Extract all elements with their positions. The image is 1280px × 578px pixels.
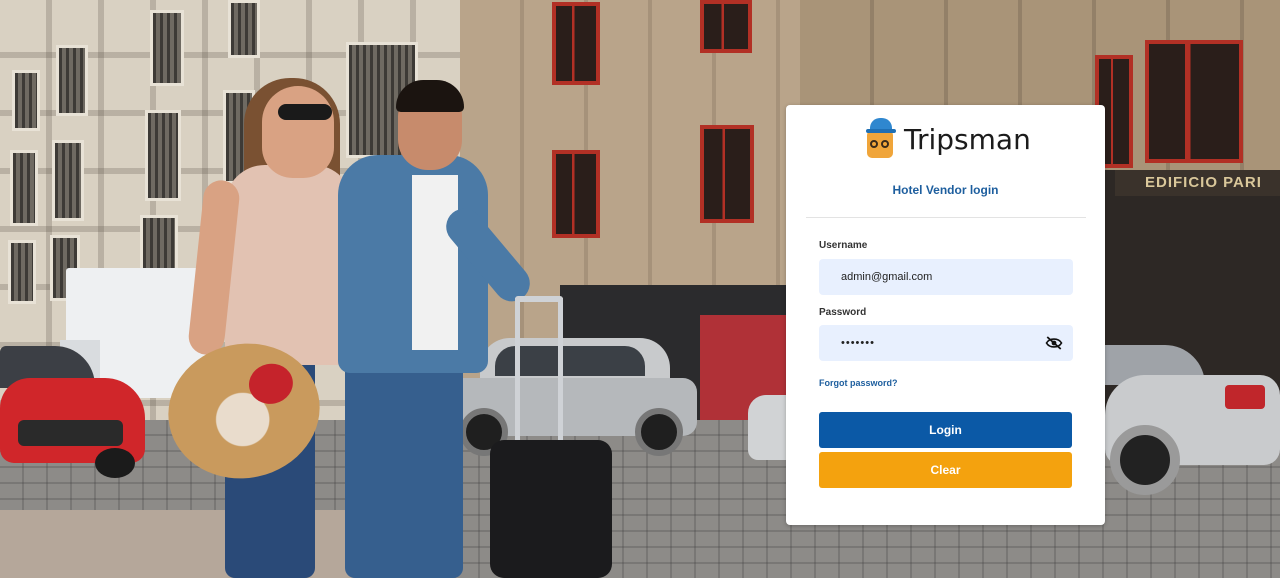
window xyxy=(145,110,181,201)
man-jeans xyxy=(345,350,463,578)
window xyxy=(552,2,600,85)
window xyxy=(140,215,178,276)
window xyxy=(12,70,40,131)
forgot-password-link[interactable]: Forgot password? xyxy=(819,378,898,388)
suitcase-handle xyxy=(558,298,563,448)
login-subtitle: Hotel Vendor login xyxy=(892,183,999,197)
password-label: Password xyxy=(819,307,867,318)
tripsman-logo-icon xyxy=(866,116,896,162)
suitcase-handle xyxy=(515,298,520,448)
window xyxy=(52,140,84,221)
suitcase xyxy=(490,440,612,578)
login-button[interactable]: Login xyxy=(819,412,1072,448)
white-car-partial xyxy=(748,395,788,460)
username-input[interactable]: admin@gmail.com xyxy=(819,259,1073,295)
window xyxy=(700,125,754,223)
woman-top xyxy=(225,165,353,365)
brand-name: Tripsman xyxy=(904,122,1031,156)
brand: Tripsman xyxy=(866,111,1031,167)
window xyxy=(1145,40,1243,163)
window xyxy=(56,45,88,116)
username-label: Username xyxy=(819,240,868,251)
eye-off-icon[interactable] xyxy=(1045,335,1063,351)
woman-head xyxy=(262,86,334,178)
clear-button[interactable]: Clear xyxy=(819,452,1072,488)
window xyxy=(700,0,752,53)
window xyxy=(8,240,36,304)
man-shirt xyxy=(412,175,458,350)
building-sign: EDIFICIO PARI xyxy=(1115,170,1280,196)
window xyxy=(228,0,260,58)
password-input[interactable]: ••••••• xyxy=(819,325,1073,361)
white-car xyxy=(1105,345,1280,495)
window xyxy=(10,150,38,226)
divider xyxy=(806,217,1086,218)
sunglasses xyxy=(278,104,332,120)
red-car xyxy=(0,338,148,478)
window xyxy=(150,10,184,86)
login-card: Tripsman Hotel Vendor login Username adm… xyxy=(786,105,1105,525)
window xyxy=(552,150,600,238)
suitcase-handle-grip xyxy=(515,296,563,302)
